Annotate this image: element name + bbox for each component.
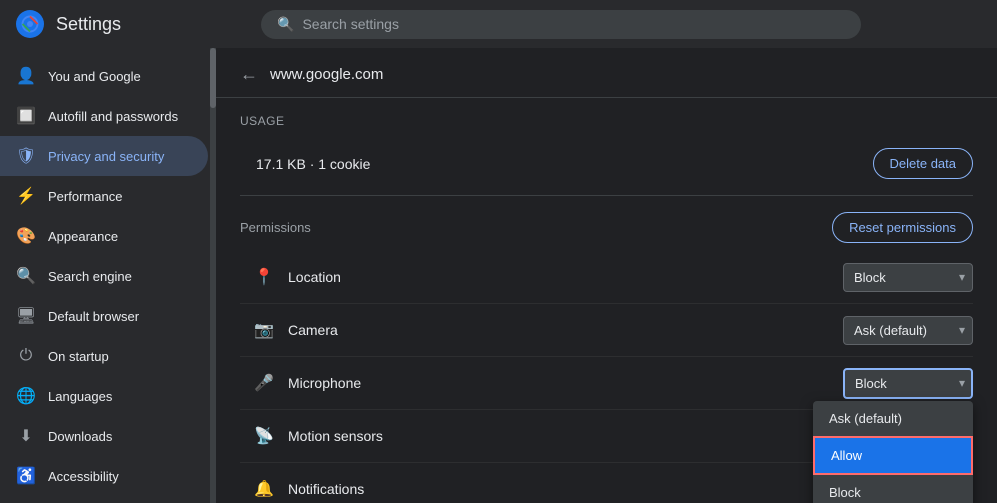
reset-permissions-button[interactable]: Reset permissions: [832, 212, 973, 243]
header: Settings 🔍: [0, 0, 997, 48]
sidebar-label-downloads: Downloads: [48, 429, 112, 444]
content-header: ← www.google.com: [216, 48, 997, 98]
location-select[interactable]: Block: [843, 263, 973, 292]
sidebar-label-performance: Performance: [48, 189, 122, 204]
you-and-google-icon: 👤: [16, 66, 36, 86]
accessibility-icon: ♿: [16, 466, 36, 486]
sidebar-item-privacy-security[interactable]: 🛡 Privacy and security: [0, 136, 208, 176]
sidebar-item-autofill[interactable]: 🔲 Autofill and passwords: [0, 96, 208, 136]
camera-select-wrapper: Ask (default): [843, 316, 973, 345]
usage-row: 17.1 KB · 1 cookie Delete data: [240, 140, 973, 196]
microphone-select-wrapper: Block: [843, 368, 973, 399]
dropdown-option-allow[interactable]: Allow: [813, 436, 973, 475]
search-bar[interactable]: 🔍: [261, 10, 861, 39]
sidebar-item-search-engine[interactable]: 🔍 Search engine: [0, 256, 208, 296]
default-browser-icon: 🖥: [16, 306, 36, 326]
chrome-logo: [16, 10, 44, 38]
dropdown-option-block[interactable]: Block: [813, 475, 973, 503]
sidebar-label-default-browser: Default browser: [48, 309, 139, 324]
usage-value: 17.1 KB · 1 cookie: [240, 156, 370, 172]
sidebar-item-accessibility[interactable]: ♿ Accessibility: [0, 456, 208, 496]
sidebar: 👤 You and Google 🔲 Autofill and password…: [0, 48, 216, 503]
sidebar-label-search-engine: Search engine: [48, 269, 132, 284]
appearance-icon: 🎨: [16, 226, 36, 246]
downloads-icon: ⬇: [16, 426, 36, 446]
layout: 👤 You and Google 🔲 Autofill and password…: [0, 48, 997, 503]
camera-icon: 📷: [248, 314, 280, 346]
motion-sensors-icon: 📡: [248, 420, 280, 452]
permissions-list: 📍 Location Block 📷 Camera Ask (default) …: [240, 251, 973, 503]
performance-icon: ⚡: [16, 186, 36, 206]
location-select-wrapper: Block: [843, 263, 973, 292]
sidebar-label-privacy-security: Privacy and security: [48, 149, 164, 164]
privacy-security-icon: 🛡: [16, 146, 36, 166]
location-label: Location: [288, 269, 843, 285]
sidebar-item-downloads[interactable]: ⬇ Downloads: [0, 416, 208, 456]
location-icon: 📍: [248, 261, 280, 293]
camera-label: Camera: [288, 322, 843, 338]
site-title: www.google.com: [270, 66, 383, 83]
sidebar-label-languages: Languages: [48, 389, 112, 404]
sidebar-label-on-startup: On startup: [48, 349, 109, 364]
permissions-label: Permissions: [240, 220, 311, 235]
sidebar-item-on-startup[interactable]: ⏻ On startup: [0, 336, 208, 376]
permissions-header: Permissions Reset permissions: [240, 212, 973, 243]
sidebar-label-accessibility: Accessibility: [48, 469, 119, 484]
perm-row-microphone: 🎤 Microphone Block Ask (default) Allow B…: [240, 357, 973, 410]
perm-row-location: 📍 Location Block: [240, 251, 973, 304]
search-icon: 🔍: [277, 16, 294, 33]
autofill-icon: 🔲: [16, 106, 36, 126]
app-title: Settings: [56, 14, 121, 35]
sidebar-item-default-browser[interactable]: 🖥 Default browser: [0, 296, 208, 336]
perm-row-camera: 📷 Camera Ask (default): [240, 304, 973, 357]
sidebar-item-appearance[interactable]: 🎨 Appearance: [0, 216, 208, 256]
search-engine-icon: 🔍: [16, 266, 36, 286]
on-startup-icon: ⏻: [16, 346, 36, 366]
search-input[interactable]: [302, 16, 845, 32]
content-body: Usage 17.1 KB · 1 cookie Delete data Per…: [216, 98, 997, 503]
scrollbar-thumb[interactable]: [210, 48, 216, 108]
camera-select[interactable]: Ask (default): [843, 316, 973, 345]
sidebar-label-you-and-google: You and Google: [48, 69, 141, 84]
sidebar-label-autofill: Autofill and passwords: [48, 109, 178, 124]
microphone-icon: 🎤: [248, 367, 280, 399]
sidebar-item-system[interactable]: ⚙ System: [0, 496, 208, 503]
back-button[interactable]: ←: [240, 64, 258, 85]
sidebar-item-languages[interactable]: 🌐 Languages: [0, 376, 208, 416]
scrollbar-track: [210, 48, 216, 503]
main-content: ← www.google.com Usage 17.1 KB · 1 cooki…: [216, 48, 997, 503]
microphone-label: Microphone: [288, 375, 843, 391]
sidebar-item-you-and-google[interactable]: 👤 You and Google: [0, 56, 208, 96]
microphone-dropdown: Ask (default) Allow Block: [813, 401, 973, 503]
dropdown-option-ask--default-[interactable]: Ask (default): [813, 401, 973, 436]
notifications-label: Notifications: [288, 481, 843, 497]
microphone-select[interactable]: Block: [843, 368, 973, 399]
motion-sensors-label: Motion sensors: [288, 428, 843, 444]
notifications-icon: 🔔: [248, 473, 280, 503]
usage-label: Usage: [240, 114, 973, 128]
sidebar-label-appearance: Appearance: [48, 229, 118, 244]
delete-data-button[interactable]: Delete data: [873, 148, 974, 179]
sidebar-item-performance[interactable]: ⚡ Performance: [0, 176, 208, 216]
languages-icon: 🌐: [16, 386, 36, 406]
